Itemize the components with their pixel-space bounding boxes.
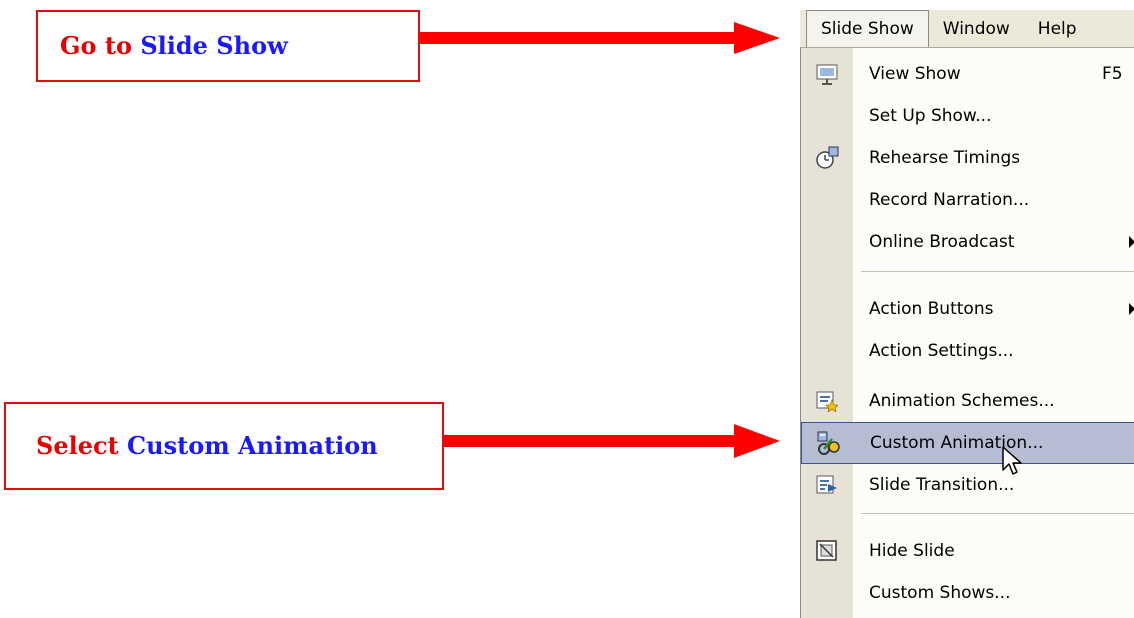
menu-item-online-broadcast[interactable]: Online Broadcast — [801, 221, 1134, 263]
menu-item-rehearse-timings[interactable]: Rehearse Timings — [801, 137, 1134, 179]
menu-item-custom-animation[interactable]: Custom Animation... — [801, 422, 1134, 464]
submenu-arrow-icon — [1129, 303, 1134, 315]
menu-item-label: Slide Transition... — [869, 475, 1015, 495]
callout-highlight: Slide Show — [140, 31, 288, 60]
arrow-to-custom-animation-icon — [444, 424, 780, 458]
menu-item-action-settings[interactable]: Action Settings... — [801, 330, 1134, 372]
menu-item-animation-schemes[interactable]: Animation Schemes... — [801, 380, 1134, 422]
menu-item-label: Rehearse Timings — [869, 148, 1021, 168]
menubar-label: Help — [1037, 18, 1077, 39]
callout-select-custom-animation: Select Custom Animation — [4, 402, 444, 490]
slide-transition-icon — [801, 464, 853, 506]
menubar-window[interactable]: Window — [929, 10, 1024, 47]
menu-item-hide-slide[interactable]: Hide Slide — [801, 530, 1134, 572]
slide-show-dropdown-menu: View Show F5 Set Up Show... Rehearse Tim… — [800, 48, 1134, 618]
menu-item-shortcut: F5 — [1102, 64, 1123, 84]
menu-item-set-up-show[interactable]: Set Up Show... — [801, 95, 1134, 137]
menu-item-label: Hide Slide — [869, 541, 955, 561]
hide-slide-icon — [801, 530, 853, 572]
callout-prefix: Select — [36, 431, 119, 460]
menu-separator — [861, 271, 1134, 272]
arrow-to-slide-show-icon — [418, 22, 780, 54]
menu-separator — [861, 513, 1134, 514]
view-show-icon — [801, 53, 853, 95]
menu-bar: Slide Show Window Help — [800, 10, 1134, 48]
rehearse-timings-icon — [801, 137, 853, 179]
menubar-help[interactable]: Help — [1024, 10, 1091, 47]
mouse-cursor-icon — [1002, 446, 1022, 475]
menu-item-view-show[interactable]: View Show F5 — [801, 53, 1134, 95]
menu-item-label: Action Buttons — [869, 299, 994, 319]
menu-item-label: View Show — [869, 64, 961, 84]
menu-item-label: Record Narration... — [869, 190, 1030, 210]
menu-item-label: Set Up Show... — [869, 106, 992, 126]
menu-item-label: Animation Schemes... — [869, 391, 1055, 411]
menubar-label: Window — [942, 18, 1010, 39]
custom-animation-icon — [802, 422, 854, 464]
menubar-label: Slide Show — [821, 19, 914, 39]
menu-item-action-buttons[interactable]: Action Buttons — [801, 288, 1134, 330]
animation-schemes-icon — [801, 380, 853, 422]
callout-go-to-slide-show: Go to Slide Show — [36, 10, 420, 82]
menu-item-label: Custom Shows... — [869, 583, 1011, 603]
menubar-slide-show[interactable]: Slide Show — [806, 10, 929, 47]
submenu-arrow-icon — [1129, 236, 1134, 248]
callout-highlight: Custom Animation — [127, 431, 378, 460]
menu-item-label: Action Settings... — [869, 341, 1014, 361]
menu-item-slide-transition[interactable]: Slide Transition... — [801, 464, 1134, 506]
callout-prefix: Go to — [60, 31, 132, 60]
menu-item-record-narration[interactable]: Record Narration... — [801, 179, 1134, 221]
menu-item-label: Online Broadcast — [869, 232, 1015, 252]
